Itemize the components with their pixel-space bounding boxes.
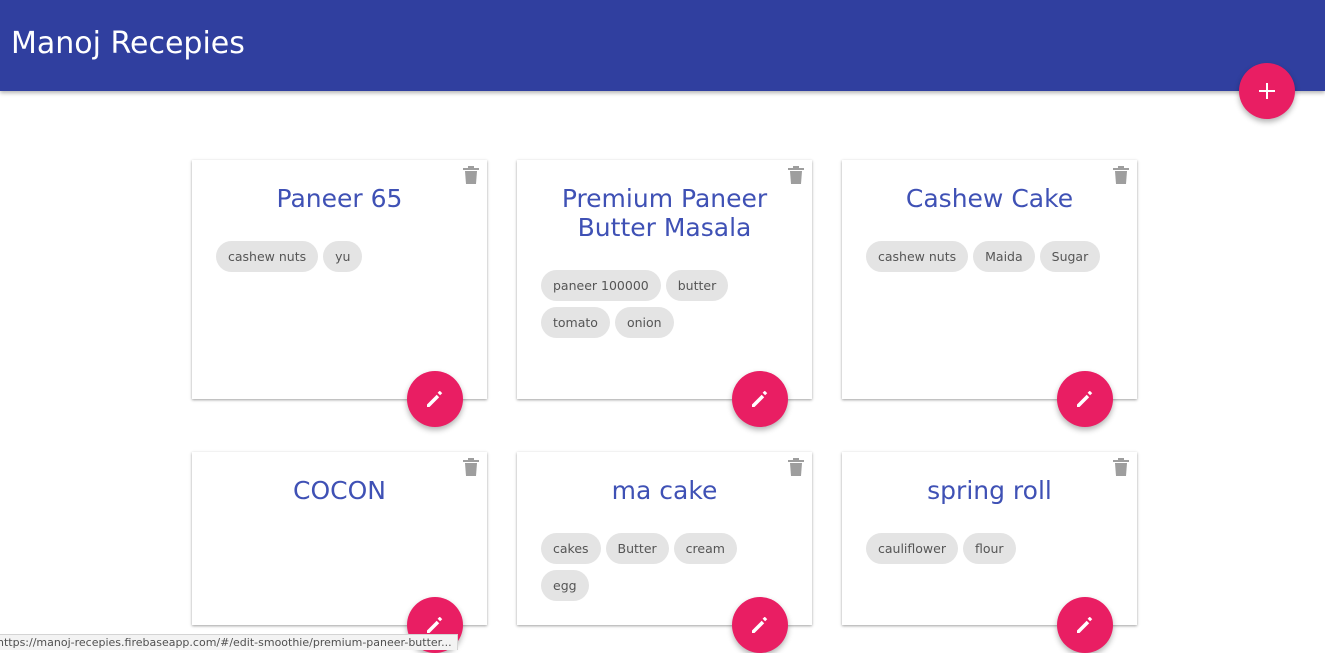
ingredient-chip: Maida [973,241,1035,272]
ingredient-chips: cauliflower flour [866,533,1117,570]
ingredient-chip: flour [962,533,1016,564]
trash-icon[interactable] [788,166,804,184]
app-header: Manoj Recepies [0,0,1325,91]
plus-icon [1259,83,1275,99]
pencil-icon [752,616,768,633]
ingredient-chip: butter [665,270,729,301]
recipe-title: Premium Paneer Butter Masala [561,184,768,242]
trash-icon[interactable] [1113,166,1129,184]
ingredient-chip: cashew nuts [216,241,319,272]
trash-icon[interactable] [788,458,804,476]
edit-recipe-button[interactable] [732,371,788,427]
recipe-title: ma cake [611,476,718,505]
edit-recipe-button[interactable] [1057,597,1113,653]
recipe-card: spring roll cauliflower flour [842,452,1137,653]
trash-icon[interactable] [463,166,479,184]
pencil-icon [427,390,443,407]
recipe-title: Paneer 65 [276,184,403,213]
recipe-card: Paneer 65 cashew nuts yu [192,160,487,427]
ingredient-chips: cakes Butter cream egg [541,533,792,607]
recipe-title: COCON [293,476,386,505]
ingredient-chips: paneer 100000 butter tomato onion [541,270,792,344]
ingredient-chip: cauliflower [866,533,958,564]
trash-icon[interactable] [1113,458,1129,476]
ingredient-chip: tomato [541,307,610,338]
ingredient-chips: cashew nuts Maida Sugar [866,241,1117,278]
recipe-card: COCON [192,452,487,653]
pencil-icon [427,616,443,633]
ingredient-chip: egg [541,570,589,601]
recipe-card: Premium Paneer Butter Masala paneer 1000… [517,160,812,427]
recipe-card: ma cake cakes Butter cream egg [517,452,812,653]
edit-recipe-button[interactable] [732,597,788,653]
edit-recipe-button[interactable] [407,371,463,427]
ingredient-chip: cashew nuts [866,241,969,272]
recipe-card: Cashew Cake cashew nuts Maida Sugar [842,160,1137,427]
edit-recipe-button[interactable] [1057,371,1113,427]
ingredient-chips: cashew nuts yu [216,241,467,278]
app-title: Manoj Recepies [11,26,245,61]
ingredient-chip: Sugar [1039,241,1101,272]
ingredient-chip: Butter [605,533,669,564]
link-status-bar: https://manoj-recepies.firebaseapp.com/#… [0,634,458,650]
trash-icon[interactable] [463,458,479,476]
ingredient-chip: yu [323,241,363,272]
ingredient-chip: cream [673,533,737,564]
pencil-icon [752,390,768,407]
ingredient-chip: onion [614,307,674,338]
pencil-icon [1077,390,1093,407]
ingredient-chip: paneer 100000 [541,270,661,301]
recipe-title: Cashew Cake [905,184,1074,213]
ingredient-chip: cakes [541,533,601,564]
pencil-icon [1077,616,1093,633]
recipe-title: spring roll [927,476,1052,505]
add-recipe-button[interactable] [1239,63,1295,119]
